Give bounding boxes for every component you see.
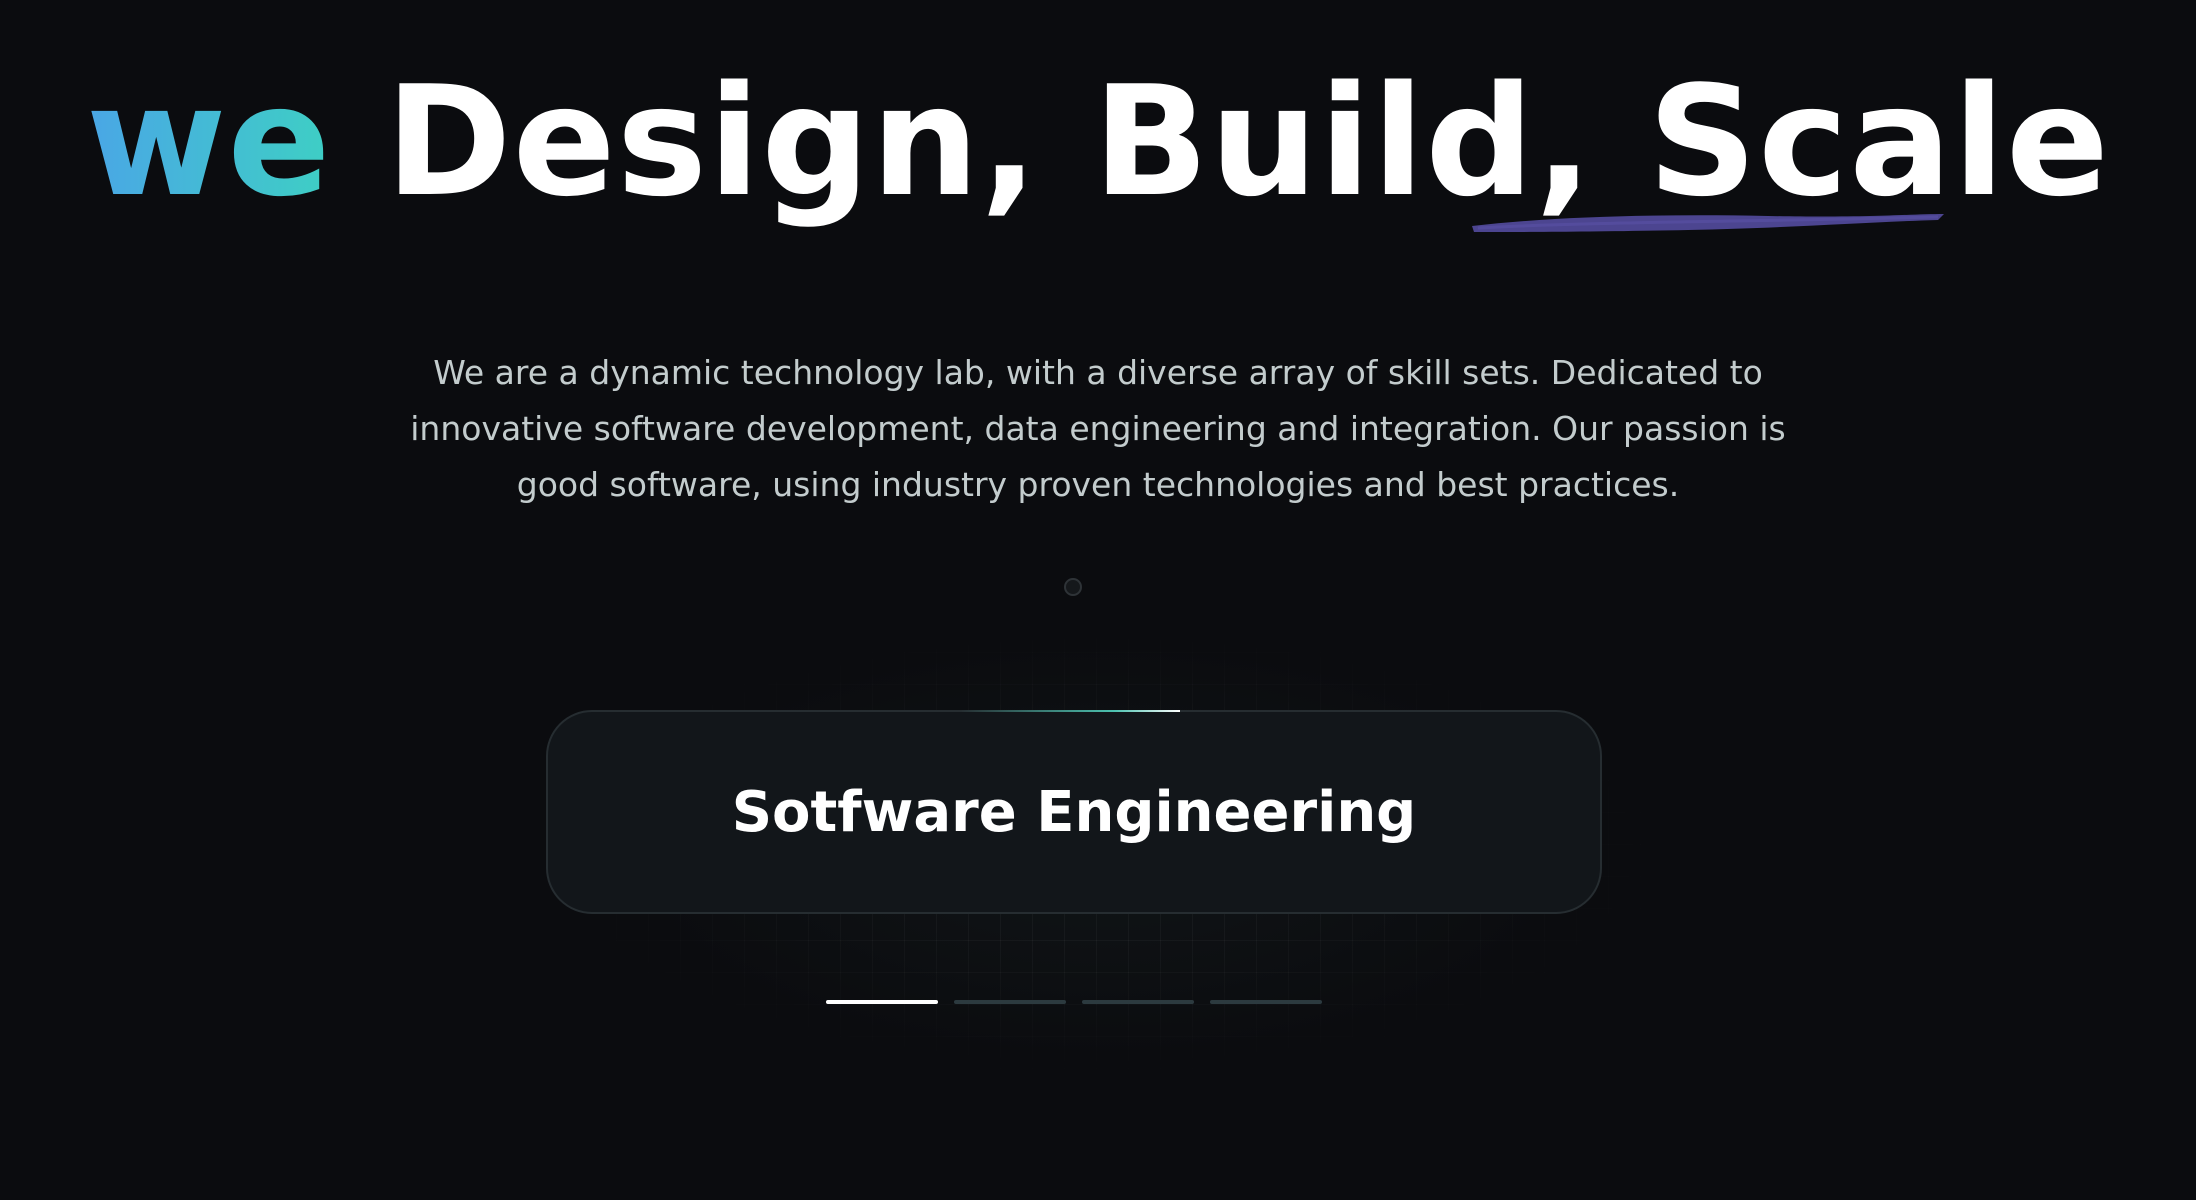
carousel-slide-indicator-3[interactable]: [1082, 1000, 1194, 1004]
hero-title-rest: Design, Build,: [385, 53, 1594, 230]
carousel-progress: [826, 1000, 1322, 1004]
scale-underline-brush: [1472, 214, 1944, 232]
hero-title-scale: Scale: [1647, 53, 2111, 230]
carousel-card: Sotfware Engineering: [546, 710, 1602, 914]
hero-title-lead: we: [85, 53, 332, 230]
carousel-card-title: Sotfware Engineering: [731, 779, 1417, 845]
intro-paragraph: We are a dynamic technology lab, with a …: [410, 353, 1786, 504]
carousel-slide-indicator-4[interactable]: [1210, 1000, 1322, 1004]
hero-title: we Design, Build, Scale: [0, 58, 2196, 225]
carousel-slide-indicator-1[interactable]: [826, 1000, 938, 1004]
carousel-slide-indicator-2[interactable]: [954, 1000, 1066, 1004]
card-progress-accent: [960, 710, 1180, 712]
scroll-dot-indicator: [1064, 578, 1082, 596]
